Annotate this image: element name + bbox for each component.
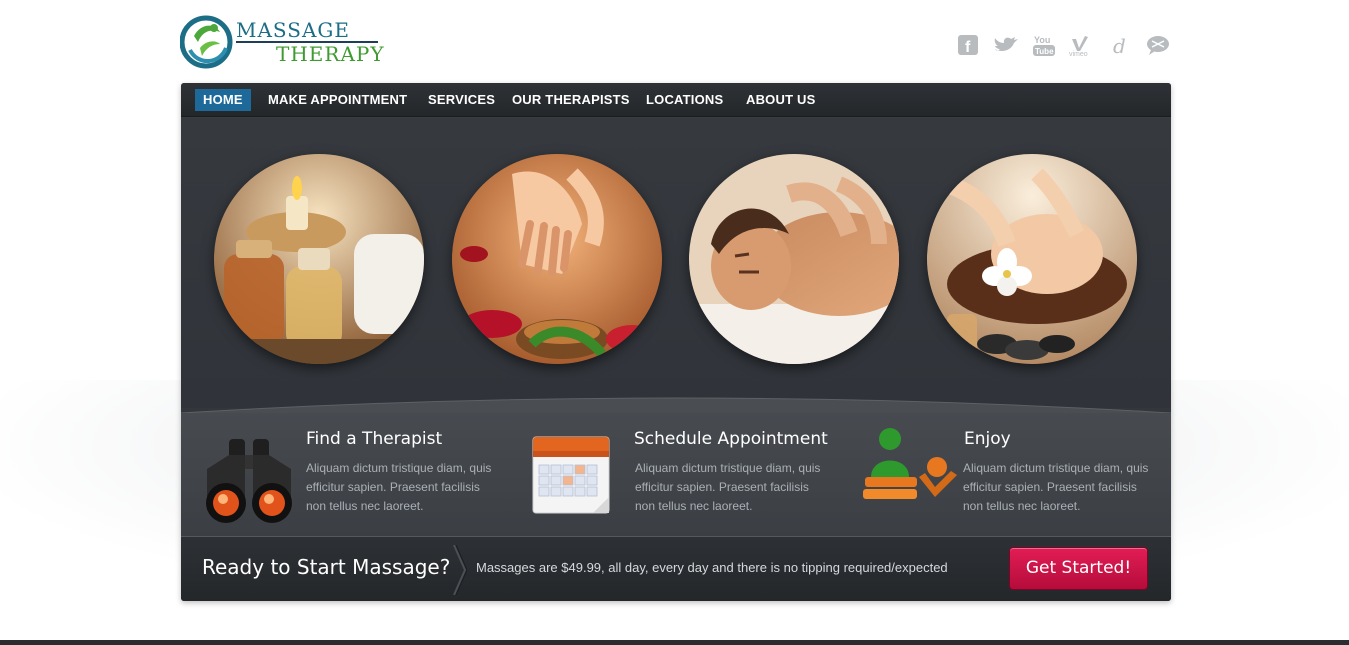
vimeo-icon[interactable]: vimeo [1069, 32, 1095, 58]
cta-bar: Ready to Start Massage? Massages are $49… [181, 536, 1171, 601]
cta-pricing-text: Massages are $49.99, all day, every day … [476, 560, 948, 575]
svg-text:You: You [1034, 35, 1050, 45]
youtube-icon[interactable]: You Tube [1031, 32, 1057, 58]
chevron-right-icon [453, 545, 467, 595]
footer-bar [0, 640, 1349, 645]
main-panel: HOME MAKE APPOINTMENT SERVICES OUR THERA… [181, 83, 1171, 601]
nav-services[interactable]: SERVICES [420, 89, 503, 111]
back-massage-photo[interactable] [452, 154, 662, 364]
logo-text-therapy: THERAPY [276, 42, 385, 66]
hero-gallery [181, 118, 1171, 408]
logo-text-massage: MASSAGE [236, 18, 350, 42]
nav-our-therapists[interactable]: OUR THERAPISTS [504, 89, 638, 111]
feature-title-schedule-appointment: Schedule Appointment [634, 429, 828, 449]
chat-icon[interactable] [1145, 32, 1171, 58]
nav-about-us[interactable]: ABOUT US [738, 89, 824, 111]
candles-oils-photo[interactable] [214, 154, 424, 364]
get-started-button[interactable]: Get Started! [1009, 547, 1148, 590]
twitter-icon[interactable] [993, 32, 1019, 58]
svg-text:vimeo: vimeo [1069, 51, 1088, 57]
svg-text:d: d [1113, 34, 1126, 57]
site-logo[interactable]: MASSAGE THERAPY [179, 14, 384, 72]
delicious-icon[interactable]: d [1107, 32, 1133, 58]
feature-text-enjoy: Aliquam dictum tristique diam, quis effi… [963, 461, 1149, 513]
feature-text-schedule-appointment: Aliquam dictum tristique diam, quis effi… [635, 461, 821, 513]
features-section: Find a Therapist Aliquam dictum tristiqu… [181, 413, 1171, 536]
logo-swirl-icon [179, 15, 233, 69]
feature-title-find-therapist: Find a Therapist [306, 429, 443, 449]
feature-text-find-therapist: Aliquam dictum tristique diam, quis effi… [306, 461, 492, 513]
svg-text:Tube: Tube [1035, 47, 1054, 56]
relax-icon [863, 428, 957, 499]
feature-title-enjoy: Enjoy [964, 429, 1011, 449]
nav-locations[interactable]: LOCATIONS [638, 89, 731, 111]
facial-massage-photo[interactable] [927, 154, 1137, 364]
cta-title: Ready to Start Massage? [202, 555, 451, 579]
main-nav: HOME MAKE APPOINTMENT SERVICES OUR THERA… [181, 83, 1171, 117]
binoculars-icon [206, 439, 292, 523]
facebook-icon[interactable]: f [955, 32, 981, 58]
calendar-icon [532, 436, 610, 514]
svg-text:f: f [965, 39, 971, 56]
social-links: f You Tube vimeo d [955, 32, 1171, 58]
nav-make-appointment[interactable]: MAKE APPOINTMENT [260, 89, 415, 111]
nav-home[interactable]: HOME [195, 89, 251, 111]
man-massage-photo[interactable] [689, 154, 899, 364]
